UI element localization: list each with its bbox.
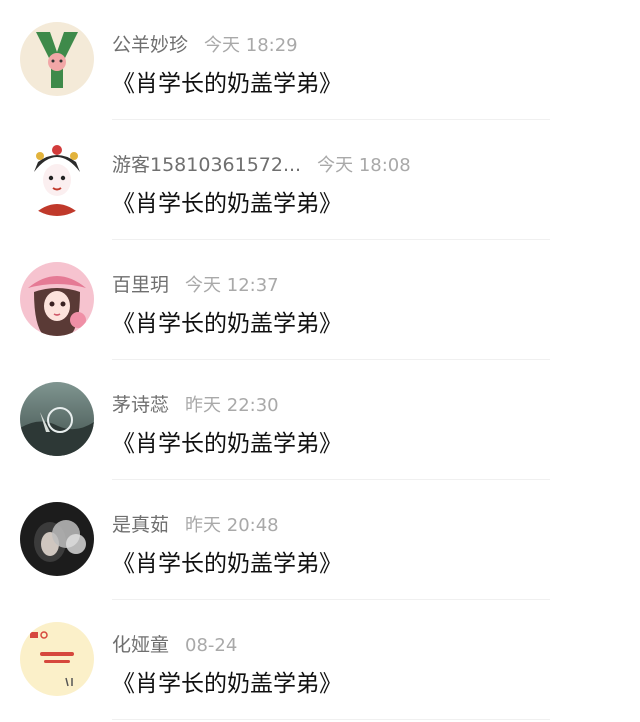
landscape-avatar-icon[interactable] [20, 382, 94, 456]
comment-item[interactable]: 是真茹 昨天 20:48 《肖学长的奶盖学弟》 [0, 480, 640, 600]
comment-meta: 是真茹 昨天 20:48 [112, 510, 279, 536]
comment-list: 公羊妙珍 今天 18:29 《肖学长的奶盖学弟》 游客15810361572...… [0, 0, 640, 722]
letter-y-avatar-icon[interactable] [20, 22, 94, 96]
timestamp: 今天 18:29 [204, 35, 298, 56]
timestamp: 今天 18:08 [317, 155, 411, 176]
comment-item[interactable]: 茅诗蕊 昨天 22:30 《肖学长的奶盖学弟》 [0, 360, 640, 480]
user-name[interactable]: 游客15810361572... [112, 154, 301, 176]
comment-item[interactable]: 化娅童 08-24 《肖学长的奶盖学弟》 [0, 600, 640, 720]
user-name[interactable]: 化娅童 [112, 634, 169, 656]
comment-meta: 化娅童 08-24 [112, 630, 237, 656]
cartoon-girl-avatar-icon[interactable] [20, 262, 94, 336]
timestamp: 今天 12:37 [185, 275, 279, 296]
comment-text: 《肖学长的奶盖学弟》 [112, 551, 342, 577]
comment-text: 《肖学长的奶盖学弟》 [112, 671, 342, 697]
comment-text: 《肖学长的奶盖学弟》 [112, 71, 342, 97]
comment-meta: 公羊妙珍 今天 18:29 [112, 30, 298, 56]
user-name[interactable]: 茅诗蕊 [112, 394, 169, 416]
opera-girl-avatar-icon[interactable] [20, 142, 94, 216]
comment-meta: 茅诗蕊 昨天 22:30 [112, 390, 279, 416]
comment-item[interactable]: 百里玥 今天 12:37 《肖学长的奶盖学弟》 [0, 240, 640, 360]
portrait-photo-avatar-icon[interactable] [20, 502, 94, 576]
user-name[interactable]: 百里玥 [112, 274, 169, 296]
sticker-avatar-icon[interactable] [20, 622, 94, 696]
comment-text: 《肖学长的奶盖学弟》 [112, 191, 342, 217]
comment-item[interactable]: 游客15810361572... 今天 18:08 《肖学长的奶盖学弟》 [0, 120, 640, 240]
comment-meta: 百里玥 今天 12:37 [112, 270, 279, 296]
timestamp: 08-24 [185, 635, 238, 656]
timestamp: 昨天 20:48 [185, 515, 279, 536]
comment-text: 《肖学长的奶盖学弟》 [112, 311, 342, 337]
user-name[interactable]: 公羊妙珍 [112, 34, 188, 56]
user-name[interactable]: 是真茹 [112, 514, 169, 536]
divider [112, 719, 550, 720]
comment-item[interactable]: 公羊妙珍 今天 18:29 《肖学长的奶盖学弟》 [0, 0, 640, 120]
comment-meta: 游客15810361572... 今天 18:08 [112, 150, 411, 176]
timestamp: 昨天 22:30 [185, 395, 279, 416]
comment-text: 《肖学长的奶盖学弟》 [112, 431, 342, 457]
